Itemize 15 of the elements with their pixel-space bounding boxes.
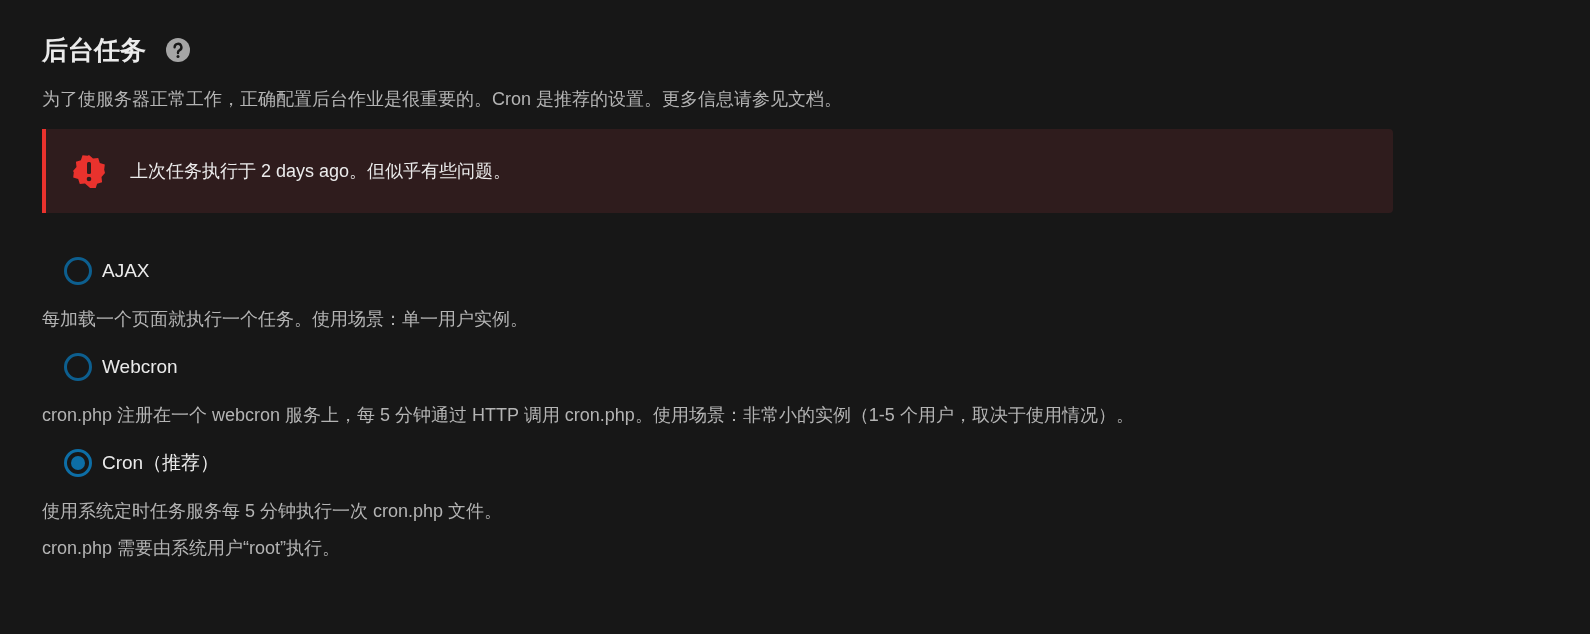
radio-option[interactable]: Cron（推荐） (64, 443, 220, 483)
option-description: cron.php 注册在一个 webcron 服务上，每 5 分钟通过 HTTP 调用 cron.php。使用场景：非常小的实例（1-5 个用户，取决于使用情况）。 (42, 404, 1134, 427)
section-title: 后台任务 (42, 33, 146, 67)
radio-button[interactable] (64, 449, 92, 477)
option-description: 每加载一个页面就执行一个任务。使用场景：单一用户实例。 (42, 308, 528, 331)
option-description: 使用系统定时任务服务每 5 分钟执行一次 cron.php 文件。 (42, 500, 503, 523)
option-description: cron.php 需要由系统用户“root”执行。 (42, 537, 341, 560)
alert-icon (72, 154, 106, 188)
radio-option[interactable]: Webcron (64, 347, 178, 387)
help-icon[interactable] (166, 38, 190, 62)
radio-button[interactable] (64, 257, 92, 285)
error-message: 上次任务执行于 2 days ago。但似乎有些问题。 (130, 159, 512, 183)
radio-option[interactable]: AJAX (64, 251, 150, 291)
section-description: 为了使服务器正常工作，正确配置后台作业是很重要的。Cron 是推荐的设置。更多信息请参见文档。 (42, 88, 843, 111)
radio-button[interactable] (64, 353, 92, 381)
